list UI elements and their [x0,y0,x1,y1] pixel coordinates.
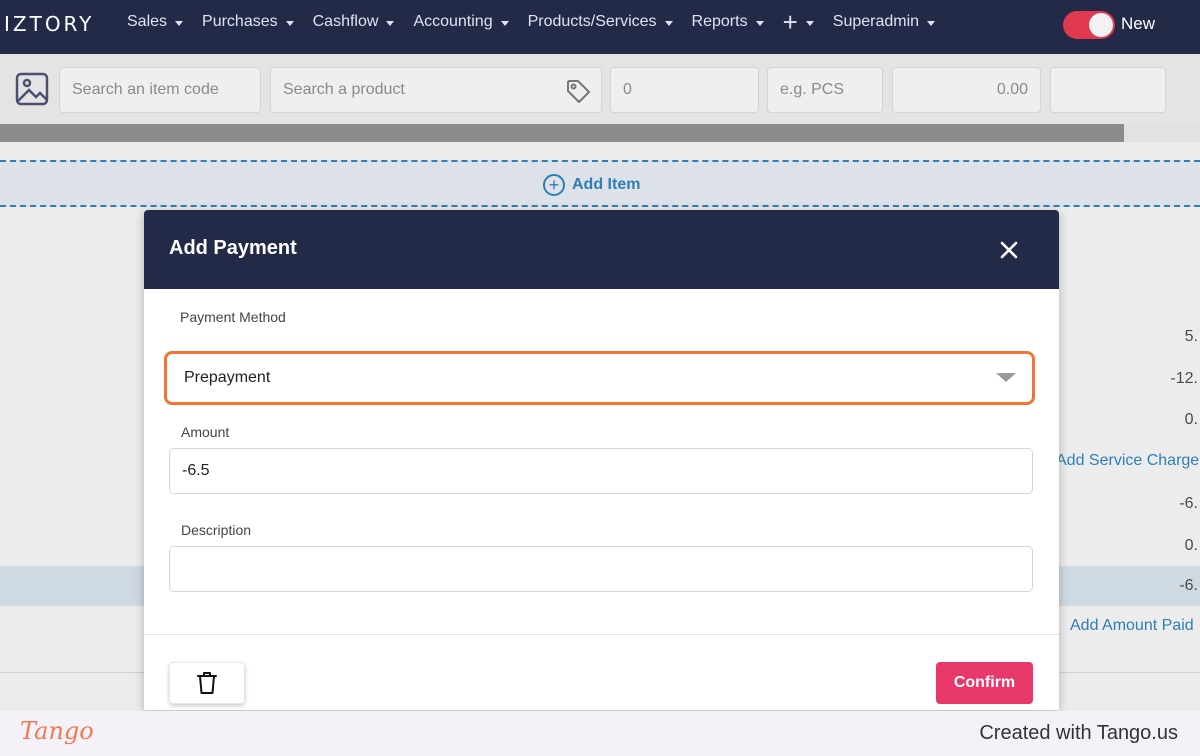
item-entry-row: Search an item code Search a product 0 e… [0,54,1200,124]
price-input[interactable]: 0.00 [892,67,1041,113]
close-icon[interactable] [1000,241,1018,259]
main-menu: Sales Purchases Cashflow Accounting Prod… [127,0,954,44]
toggle-knob [1089,13,1113,37]
item-code-input[interactable]: Search an item code [59,67,261,113]
nav-reports-label: Reports [691,13,748,30]
chevron-down-icon [285,20,294,26]
nav-accounting[interactable]: Accounting [413,13,509,31]
nav-products-services[interactable]: Products/Services [528,13,673,31]
nav-sales[interactable]: Sales [127,13,184,31]
nav-user-menu[interactable]: Superadmin [832,13,936,31]
description-input[interactable] [169,546,1033,592]
add-payment-modal: Add Payment Payment Method Prepayment Am… [144,210,1059,710]
payment-method-label: Payment Method [180,309,286,325]
product-search-input[interactable]: Search a product [270,67,602,113]
quantity-input[interactable]: 0 [610,67,759,113]
plus-circle-icon: + [543,174,565,196]
scrollbar-track [1124,124,1200,142]
add-amount-paid-link[interactable]: Add Amount Paid [1052,617,1194,635]
modal-footer-divider [144,634,1059,635]
add-item-strip: + Add Item [0,160,1200,207]
extra-input[interactable] [1050,67,1166,113]
nav-reports[interactable]: Reports [692,13,764,31]
chevron-down-icon [500,20,509,26]
add-item-label: Add Item [572,176,641,193]
nav-products-label: Products/Services [527,13,657,30]
tag-icon[interactable] [565,78,591,104]
nav-cashflow-label: Cashflow [312,13,379,30]
chevron-down-icon [805,20,814,26]
chevron-down-icon [386,20,395,26]
top-navbar: IZTORY Sales Purchases Cashflow Accounti… [0,0,1200,54]
add-item-button[interactable]: + Add Item [543,174,640,196]
footer-credit: Created with Tango.us [979,722,1178,744]
amount-label: Amount [181,424,230,440]
delete-payment-button[interactable] [169,662,245,704]
subtotal-value: 5. [1184,328,1198,345]
nav-purchases[interactable]: Purchases [202,13,294,31]
chevron-down-icon [927,20,936,26]
amount-input[interactable]: -6.5 [169,448,1033,494]
confirm-button[interactable]: Confirm [936,662,1033,704]
tax-value: 0. [1184,411,1198,428]
nav-sales-label: Sales [127,13,168,30]
product-search-placeholder: Search a product [283,81,405,98]
chevron-down-icon [755,20,764,26]
user-name: Superadmin [832,13,920,30]
horizontal-scrollbar[interactable] [0,124,1124,142]
description-label: Description [181,522,252,538]
payment-method-select[interactable]: Prepayment [164,351,1035,405]
trash-icon [197,672,217,694]
modal-header: Add Payment [144,210,1059,289]
unit-input[interactable]: e.g. PCS [767,67,883,113]
rounding-value: 0. [1184,537,1198,554]
nav-cashflow[interactable]: Cashflow [313,13,395,31]
new-layout-toggle[interactable] [1063,11,1115,39]
nav-purchases-label: Purchases [202,13,278,30]
dropdown-arrow-icon [996,373,1016,382]
add-service-charge-link[interactable]: Add Service Charge [1056,452,1199,470]
tango-footer: Tango Created with Tango.us [0,711,1200,756]
nav-accounting-label: Accounting [413,13,493,30]
grand-total-value: -6. [1179,577,1198,594]
chevron-down-icon [175,20,184,26]
payment-method-value: Prepayment [184,369,271,386]
image-icon[interactable] [14,71,50,107]
chevron-down-icon [664,20,673,26]
nav-create-new[interactable]: + [782,7,814,37]
total-value: -6. [1179,495,1198,512]
toggle-label: New [1121,14,1156,33]
tango-logo: Tango [20,717,94,745]
discount-value: -12. [1170,370,1198,387]
app-logo[interactable]: IZTORY [4,12,94,36]
modal-title: Add Payment [169,237,297,259]
add-amount-paid-label: Add Amount Paid [1070,617,1194,634]
plus-icon: + [782,7,798,37]
